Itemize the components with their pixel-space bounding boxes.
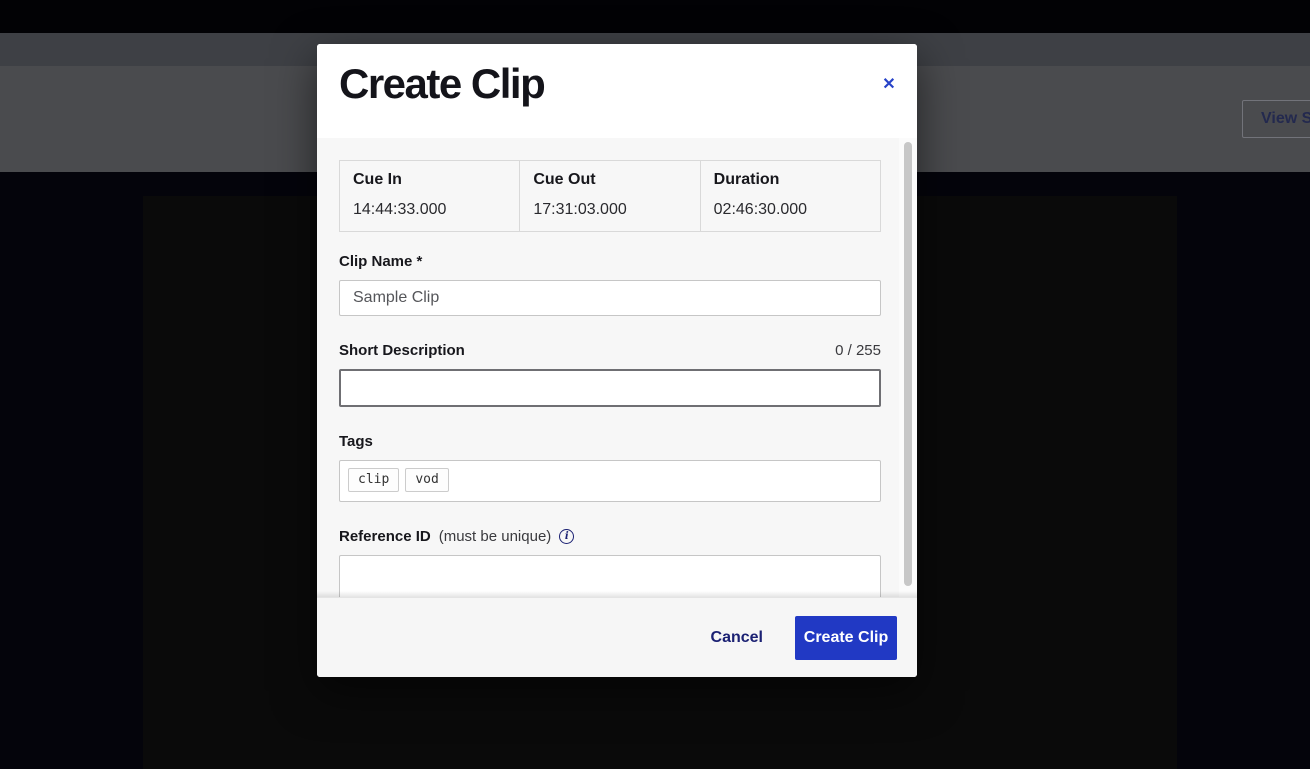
character-counter: 0 / 255 xyxy=(835,342,881,359)
scrollbar-track[interactable] xyxy=(899,138,917,597)
info-icon[interactable]: i xyxy=(559,529,574,544)
tag-chip[interactable]: vod xyxy=(405,468,448,492)
cue-out-value: 17:31:03.000 xyxy=(520,195,700,232)
duration-header: Duration xyxy=(700,161,880,196)
tags-input[interactable]: clip vod xyxy=(339,460,881,502)
clip-name-label: Clip Name * xyxy=(339,254,881,270)
scrollbar-thumb[interactable] xyxy=(904,142,912,586)
top-nav-bar xyxy=(0,0,1310,33)
close-button[interactable]: ✕ xyxy=(875,70,903,98)
tag-chip[interactable]: clip xyxy=(348,468,399,492)
cue-out-header: Cue Out xyxy=(520,161,700,196)
reference-id-hint: (must be unique) xyxy=(439,528,552,545)
short-description-input[interactable] xyxy=(339,369,881,407)
short-description-label: Short Description xyxy=(339,343,465,359)
reference-id-input[interactable] xyxy=(339,555,881,597)
table-row: 14:44:33.000 17:31:03.000 02:46:30.000 xyxy=(340,195,881,232)
close-icon: ✕ xyxy=(882,74,895,94)
modal-footer: Cancel Create Clip xyxy=(317,597,917,677)
modal-title: Create Clip xyxy=(339,60,544,108)
view-saved-button[interactable]: View Sav xyxy=(1242,100,1310,138)
cancel-button[interactable]: Cancel xyxy=(701,621,773,655)
reference-id-label: Reference ID xyxy=(339,529,431,545)
create-clip-modal: Create Clip ✕ Cue In Cue Out Duration 14… xyxy=(317,44,917,677)
tags-label: Tags xyxy=(339,434,881,450)
create-clip-button[interactable]: Create Clip xyxy=(795,616,897,660)
duration-value: 02:46:30.000 xyxy=(700,195,880,232)
modal-body[interactable]: Cue In Cue Out Duration 14:44:33.000 17:… xyxy=(317,138,917,597)
cue-in-header: Cue In xyxy=(340,161,520,196)
cue-points-table: Cue In Cue Out Duration 14:44:33.000 17:… xyxy=(339,160,881,232)
clip-name-input[interactable] xyxy=(339,280,881,316)
cue-in-value: 14:44:33.000 xyxy=(340,195,520,232)
modal-header: Create Clip ✕ xyxy=(317,44,917,138)
